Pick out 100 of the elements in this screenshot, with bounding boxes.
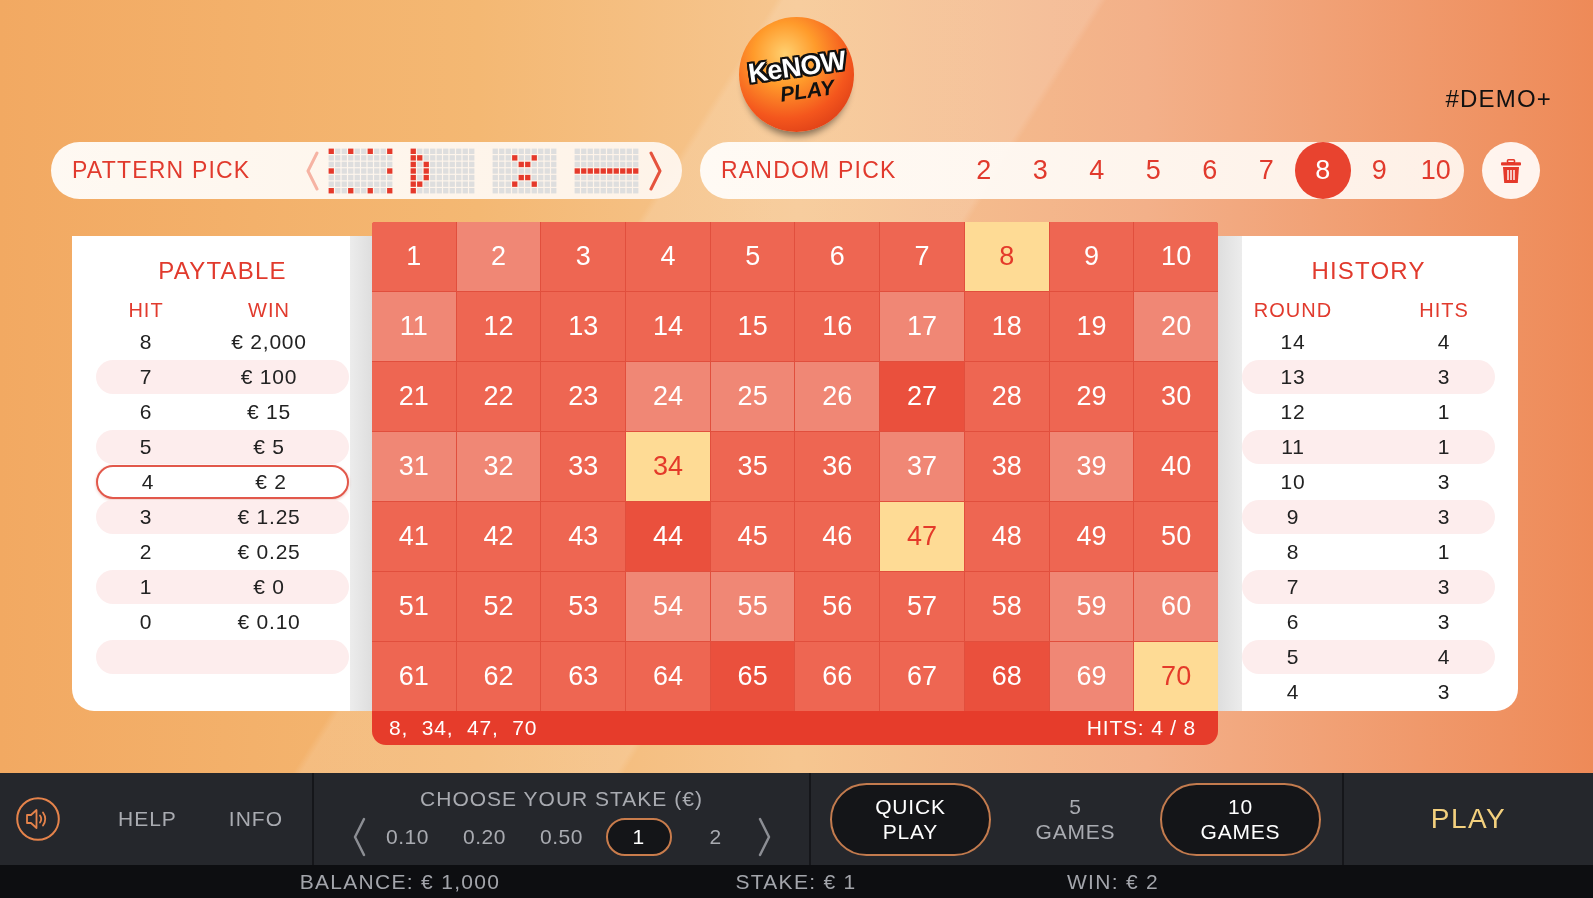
number-cell[interactable]: 34 bbox=[626, 432, 710, 501]
number-cell[interactable]: 66 bbox=[795, 642, 880, 711]
number-cell[interactable]: 9 bbox=[1049, 222, 1134, 291]
number-cell[interactable]: 60 bbox=[1134, 572, 1218, 641]
pattern-grid-icon[interactable] bbox=[410, 147, 475, 194]
pattern-grid-icon[interactable] bbox=[328, 147, 393, 194]
number-cell[interactable]: 27 bbox=[880, 362, 964, 431]
pick-count-option[interactable]: 5 bbox=[1125, 142, 1182, 199]
number-cell[interactable]: 2 bbox=[456, 222, 541, 291]
number-cell[interactable]: 36 bbox=[795, 432, 880, 501]
number-cell[interactable]: 38 bbox=[964, 432, 1049, 501]
number-cell[interactable]: 37 bbox=[880, 432, 964, 501]
number-cell[interactable]: 52 bbox=[456, 572, 541, 641]
demo-label: #DEMO+ bbox=[1445, 85, 1552, 113]
number-cell[interactable]: 26 bbox=[795, 362, 880, 431]
number-cell[interactable]: 57 bbox=[880, 572, 964, 641]
pick-count-option[interactable]: 3 bbox=[1012, 142, 1069, 199]
pick-count-option[interactable]: 10 bbox=[1407, 142, 1464, 199]
number-cell[interactable]: 68 bbox=[964, 642, 1049, 711]
number-cell[interactable]: 64 bbox=[626, 642, 710, 711]
number-cell[interactable]: 58 bbox=[964, 572, 1049, 641]
number-cell[interactable]: 25 bbox=[710, 362, 795, 431]
number-cell[interactable]: 56 bbox=[795, 572, 880, 641]
number-cell[interactable]: 43 bbox=[541, 502, 626, 571]
number-cell[interactable]: 48 bbox=[964, 502, 1049, 571]
stake-option[interactable]: 0.10 bbox=[374, 818, 441, 856]
number-cell[interactable]: 29 bbox=[1049, 362, 1134, 431]
pick-count-option[interactable]: 8 bbox=[1294, 142, 1351, 199]
number-cell[interactable]: 12 bbox=[456, 292, 541, 361]
number-cell[interactable]: 1 bbox=[372, 222, 456, 291]
number-cell[interactable]: 22 bbox=[456, 362, 541, 431]
number-cell[interactable]: 53 bbox=[541, 572, 626, 641]
number-cell[interactable]: 23 bbox=[541, 362, 626, 431]
number-cell[interactable]: 67 bbox=[880, 642, 964, 711]
pick-count-option[interactable]: 6 bbox=[1181, 142, 1238, 199]
number-cell[interactable]: 41 bbox=[372, 502, 456, 571]
number-cell[interactable]: 24 bbox=[626, 362, 710, 431]
stake-option[interactable]: 2 bbox=[682, 818, 749, 856]
number-cell[interactable]: 15 bbox=[710, 292, 795, 361]
help-button[interactable]: HELP bbox=[118, 806, 177, 832]
number-cell[interactable]: 4 bbox=[626, 222, 710, 291]
number-cell[interactable]: 10 bbox=[1134, 222, 1218, 291]
number-cell[interactable]: 18 bbox=[964, 292, 1049, 361]
play-button[interactable]: PLAY bbox=[1430, 802, 1507, 836]
number-cell[interactable]: 35 bbox=[710, 432, 795, 501]
info-button[interactable]: INFO bbox=[228, 806, 284, 832]
number-cell[interactable]: 61 bbox=[372, 642, 456, 711]
number-cell[interactable]: 54 bbox=[626, 572, 710, 641]
number-cell[interactable]: 32 bbox=[456, 432, 541, 501]
number-cell[interactable]: 51 bbox=[372, 572, 456, 641]
number-cell[interactable]: 63 bbox=[541, 642, 626, 711]
number-cell[interactable]: 50 bbox=[1134, 502, 1218, 571]
stake-option[interactable]: 1 bbox=[605, 818, 672, 856]
number-cell[interactable]: 19 bbox=[1049, 292, 1134, 361]
hits-count: 4 bbox=[1437, 329, 1451, 355]
win-amount: € 0.25 bbox=[237, 539, 301, 565]
pattern-grid-icon[interactable] bbox=[574, 147, 639, 194]
number-cell[interactable]: 47 bbox=[880, 502, 964, 571]
stake-option[interactable]: 0.50 bbox=[528, 818, 595, 856]
pick-count-option[interactable]: 4 bbox=[1068, 142, 1125, 199]
number-cell[interactable]: 20 bbox=[1134, 292, 1218, 361]
pick-count-option[interactable]: 2 bbox=[955, 142, 1012, 199]
stake-option[interactable]: 0.20 bbox=[451, 818, 518, 856]
number-cell[interactable]: 11 bbox=[372, 292, 456, 361]
number-cell[interactable]: 59 bbox=[1049, 572, 1134, 641]
clear-button[interactable] bbox=[1482, 142, 1540, 199]
speaker-icon[interactable] bbox=[16, 797, 60, 841]
number-cell[interactable]: 45 bbox=[710, 502, 795, 571]
number-cell[interactable]: 33 bbox=[541, 432, 626, 501]
number-cell[interactable]: 30 bbox=[1134, 362, 1218, 431]
number-cell[interactable]: 70 bbox=[1134, 642, 1218, 711]
number-cell[interactable]: 31 bbox=[372, 432, 456, 501]
number-cell[interactable]: 6 bbox=[795, 222, 880, 291]
number-cell[interactable]: 21 bbox=[372, 362, 456, 431]
number-cell[interactable]: 3 bbox=[541, 222, 626, 291]
chevron-right-icon[interactable] bbox=[649, 150, 663, 191]
number-cell[interactable]: 42 bbox=[456, 502, 541, 571]
number-cell[interactable]: 69 bbox=[1049, 642, 1134, 711]
number-cell[interactable]: 8 bbox=[964, 222, 1049, 291]
number-cell[interactable]: 65 bbox=[710, 642, 795, 711]
number-cell[interactable]: 62 bbox=[456, 642, 541, 711]
number-cell[interactable]: 40 bbox=[1134, 432, 1218, 501]
number-cell[interactable]: 14 bbox=[626, 292, 710, 361]
play-mode-button[interactable]: 10 GAMES bbox=[1160, 782, 1321, 856]
number-cell[interactable]: 28 bbox=[964, 362, 1049, 431]
pattern-grid-icon[interactable] bbox=[492, 147, 557, 194]
play-mode-button[interactable]: QUICK PLAY bbox=[830, 782, 991, 856]
number-cell[interactable]: 7 bbox=[880, 222, 964, 291]
pick-count-option[interactable]: 7 bbox=[1238, 142, 1295, 199]
chevron-right-icon[interactable] bbox=[756, 817, 773, 857]
number-cell[interactable]: 46 bbox=[795, 502, 880, 571]
number-cell[interactable]: 49 bbox=[1049, 502, 1134, 571]
number-cell[interactable]: 39 bbox=[1049, 432, 1134, 501]
number-cell[interactable]: 44 bbox=[626, 502, 710, 571]
number-cell[interactable]: 55 bbox=[710, 572, 795, 641]
number-cell[interactable]: 17 bbox=[880, 292, 964, 361]
number-cell[interactable]: 16 bbox=[795, 292, 880, 361]
pick-count-option[interactable]: 9 bbox=[1351, 142, 1408, 199]
number-cell[interactable]: 5 bbox=[710, 222, 795, 291]
number-cell[interactable]: 13 bbox=[541, 292, 626, 361]
